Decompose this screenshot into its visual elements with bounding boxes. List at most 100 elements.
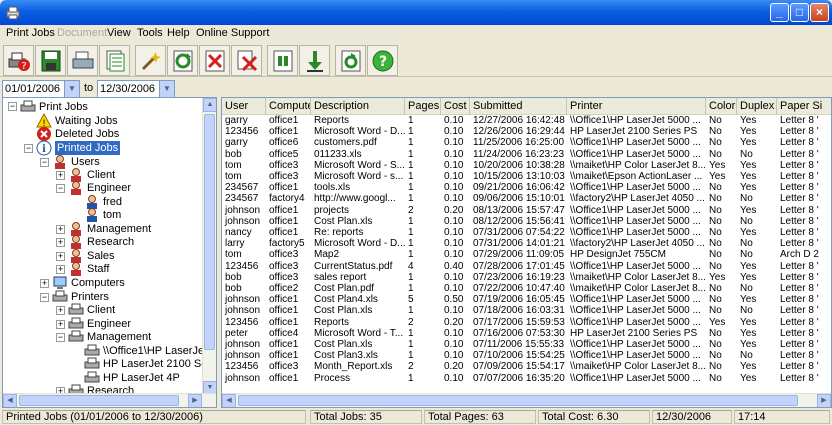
expand-icon[interactable]: +	[56, 252, 65, 261]
reload-button[interactable]	[335, 45, 366, 76]
menu-help[interactable]: Help	[167, 27, 190, 39]
collapse-icon[interactable]: −	[24, 144, 33, 153]
table-row[interactable]: bob office3 sales report 1 0.10 07/23/2006 16…	[222, 272, 831, 283]
table-row[interactable]: 234567 factory4 http://www.googl... 1 0.10 09…	[222, 193, 831, 204]
table-row[interactable]: johnson office1 Cost Plan.xls 1 0.10 08/12/20…	[222, 216, 831, 227]
cell-pages: 1	[408, 137, 414, 149]
app-window: _ □ × Print Jobs Document View Tools Hel…	[0, 0, 832, 425]
cell-computer: office1	[269, 305, 299, 317]
expand-icon[interactable]: +	[56, 238, 65, 247]
table-row[interactable]: johnson office1 Cost Plan3.xls 1 0.10 07/10/2…	[222, 350, 831, 361]
table-row[interactable]: johnson office1 Cost Plan.xls 1 0.10 07/11/20…	[222, 339, 831, 350]
scroll-left-icon[interactable]: ◀	[222, 394, 236, 407]
expand-icon[interactable]: +	[40, 279, 49, 288]
cell-cost: 0.10	[444, 126, 464, 138]
table-row[interactable]: 234567 office1 tools.xls 1 0.10 09/21/2006 16…	[222, 182, 831, 193]
column-header-paper-size[interactable]: Paper Si	[777, 98, 831, 115]
collapse-icon[interactable]: −	[8, 102, 17, 111]
table-row[interactable]: larry factory5 Microsoft Word - D... 1 0.10 0…	[222, 238, 831, 249]
table-row[interactable]: johnson office1 Process 1 0.10 07/07/2006 16:…	[222, 373, 831, 384]
document-list-button[interactable]	[99, 45, 130, 76]
date-to-combo[interactable]: 12/30/2006 ▼	[97, 80, 175, 98]
table-row[interactable]: johnson office1 Cost Plan4.xls 5 0.50 07/19/2…	[222, 294, 831, 305]
download-button[interactable]	[299, 45, 330, 76]
printer-help-button[interactable]: ?	[3, 45, 34, 76]
collapse-icon[interactable]: −	[40, 158, 49, 167]
tree-view[interactable]: − Print Jobs ! Waiting Jobs Deleted Jobs…	[2, 97, 217, 408]
cell-description: customers.pdf	[314, 137, 377, 149]
column-header-computer[interactable]: Computer	[266, 98, 311, 115]
cell-color: Yes	[709, 316, 726, 328]
expand-icon[interactable]: +	[56, 171, 65, 180]
table-row[interactable]: garry office1 Reports 1 0.10 12/27/2006 16:42…	[222, 115, 831, 126]
close-button[interactable]: ×	[810, 3, 829, 22]
tree-hscroll-thumb[interactable]	[19, 395, 179, 406]
scroll-right-icon[interactable]: ▶	[188, 394, 202, 407]
expand-icon[interactable]: +	[56, 225, 65, 234]
column-header-duplex[interactable]: Duplex	[737, 98, 777, 115]
print-button[interactable]	[67, 45, 98, 76]
title-bar[interactable]: _ □ ×	[0, 0, 832, 25]
scroll-left-icon[interactable]: ◀	[3, 394, 17, 407]
expand-icon[interactable]: +	[56, 306, 65, 315]
collapse-icon[interactable]: −	[56, 184, 65, 193]
column-header-submitted[interactable]: Submitted	[470, 98, 567, 115]
save-button[interactable]	[35, 45, 66, 76]
scroll-right-icon[interactable]: ▶	[817, 394, 831, 407]
table-horizontal-scrollbar[interactable]: ◀ ▶	[222, 393, 831, 407]
cell-paper-size: Letter 8 '	[780, 305, 819, 317]
table-row[interactable]: bob office2 Cost Plan.pdf 1 0.10 07/22/2006 1…	[222, 283, 831, 294]
maximize-button[interactable]: □	[790, 3, 809, 22]
table-row[interactable]: nancy office1 Re: reports 1 0.10 07/31/2006 0…	[222, 227, 831, 238]
delete-button[interactable]	[199, 45, 230, 76]
tree-vscroll-thumb[interactable]	[204, 114, 215, 350]
table-hscroll-thumb[interactable]	[238, 395, 798, 406]
table-row[interactable]: bob office5 011233.xls 1 0.10 11/24/2006 16:2…	[222, 149, 831, 160]
delete-document-button[interactable]	[231, 45, 262, 76]
delete-document-icon	[237, 50, 258, 72]
column-header-user[interactable]: User	[222, 98, 266, 115]
chevron-down-icon[interactable]: ▼	[64, 81, 79, 97]
cell-description: Reports	[314, 316, 350, 328]
jobs-table[interactable]: UserComputerDescriptionPagesCostSubmitte…	[221, 97, 832, 408]
table-row[interactable]: 123456 office3 Month_Report.xls 2 0.20 07/09/…	[222, 361, 831, 372]
menu-view[interactable]: View	[107, 27, 131, 39]
expand-icon[interactable]: +	[56, 265, 65, 274]
expand-icon[interactable]: +	[56, 320, 65, 329]
cell-color: Yes	[709, 159, 726, 171]
column-header-cost[interactable]: Cost	[441, 98, 470, 115]
table-row[interactable]: peter office4 Microsoft Word - T... 1 0.10 07…	[222, 327, 831, 339]
wizard-button[interactable]	[135, 45, 166, 76]
table-row[interactable]: tom office3 Map2 1 0.10 07/29/2006 11:09:05 HP…	[222, 249, 831, 260]
column-header-color[interactable]: Color	[706, 98, 737, 115]
minimize-button[interactable]: _	[770, 3, 789, 22]
table-row[interactable]: 123456 office3 CurrentStatus.pdf 4 0.40 07/28…	[222, 261, 831, 272]
cell-duplex: No	[740, 283, 753, 294]
table-row[interactable]: johnson office1 projects 2 0.20 08/13/2006 15…	[222, 205, 831, 216]
table-row[interactable]: tom office3 Microsoft Word - s... 1 0.10 10/1…	[222, 171, 831, 182]
menu-online-support[interactable]: Online Support	[196, 27, 269, 39]
help-button[interactable]: ?	[367, 45, 398, 76]
date-from-combo[interactable]: 01/01/2006 ▼	[2, 80, 80, 98]
columns-button[interactable]	[267, 45, 298, 76]
tree-vertical-scrollbar[interactable]: ▲ ▼	[202, 98, 216, 395]
scroll-up-icon[interactable]: ▲	[203, 98, 216, 112]
refresh-button[interactable]	[167, 45, 198, 76]
tree-horizontal-scrollbar[interactable]: ◀ ▶	[3, 393, 216, 407]
table-row[interactable]: 123456 office1 Microsoft Word - D... 1 0.10 1…	[222, 126, 831, 138]
menu-tools[interactable]: Tools	[137, 27, 163, 39]
menu-document[interactable]: Document	[57, 27, 107, 39]
cell-paper-size: Letter 8 '	[780, 283, 819, 294]
table-row[interactable]: johnson office1 Cost Plan.xls 1 0.10 07/18/20…	[222, 305, 831, 317]
collapse-icon[interactable]: −	[56, 333, 65, 342]
menu-print-jobs[interactable]: Print Jobs	[6, 27, 55, 39]
column-header-pages[interactable]: Pages	[405, 98, 441, 115]
cell-submitted: 07/16/2006 07:53:30	[473, 327, 565, 339]
column-header-description[interactable]: Description	[311, 98, 405, 115]
column-header-printer[interactable]: Printer	[567, 98, 706, 115]
table-row[interactable]: garry office6 customers.pdf 1 0.10 11/25/2006…	[222, 137, 831, 149]
table-row[interactable]: tom office3 Microsoft Word - S... 1 0.10 10/2…	[222, 159, 831, 171]
table-row[interactable]: 123456 office1 Reports 2 0.20 07/17/2006 15:5…	[222, 316, 831, 328]
collapse-icon[interactable]: −	[40, 293, 49, 302]
chevron-down-icon[interactable]: ▼	[159, 81, 174, 97]
